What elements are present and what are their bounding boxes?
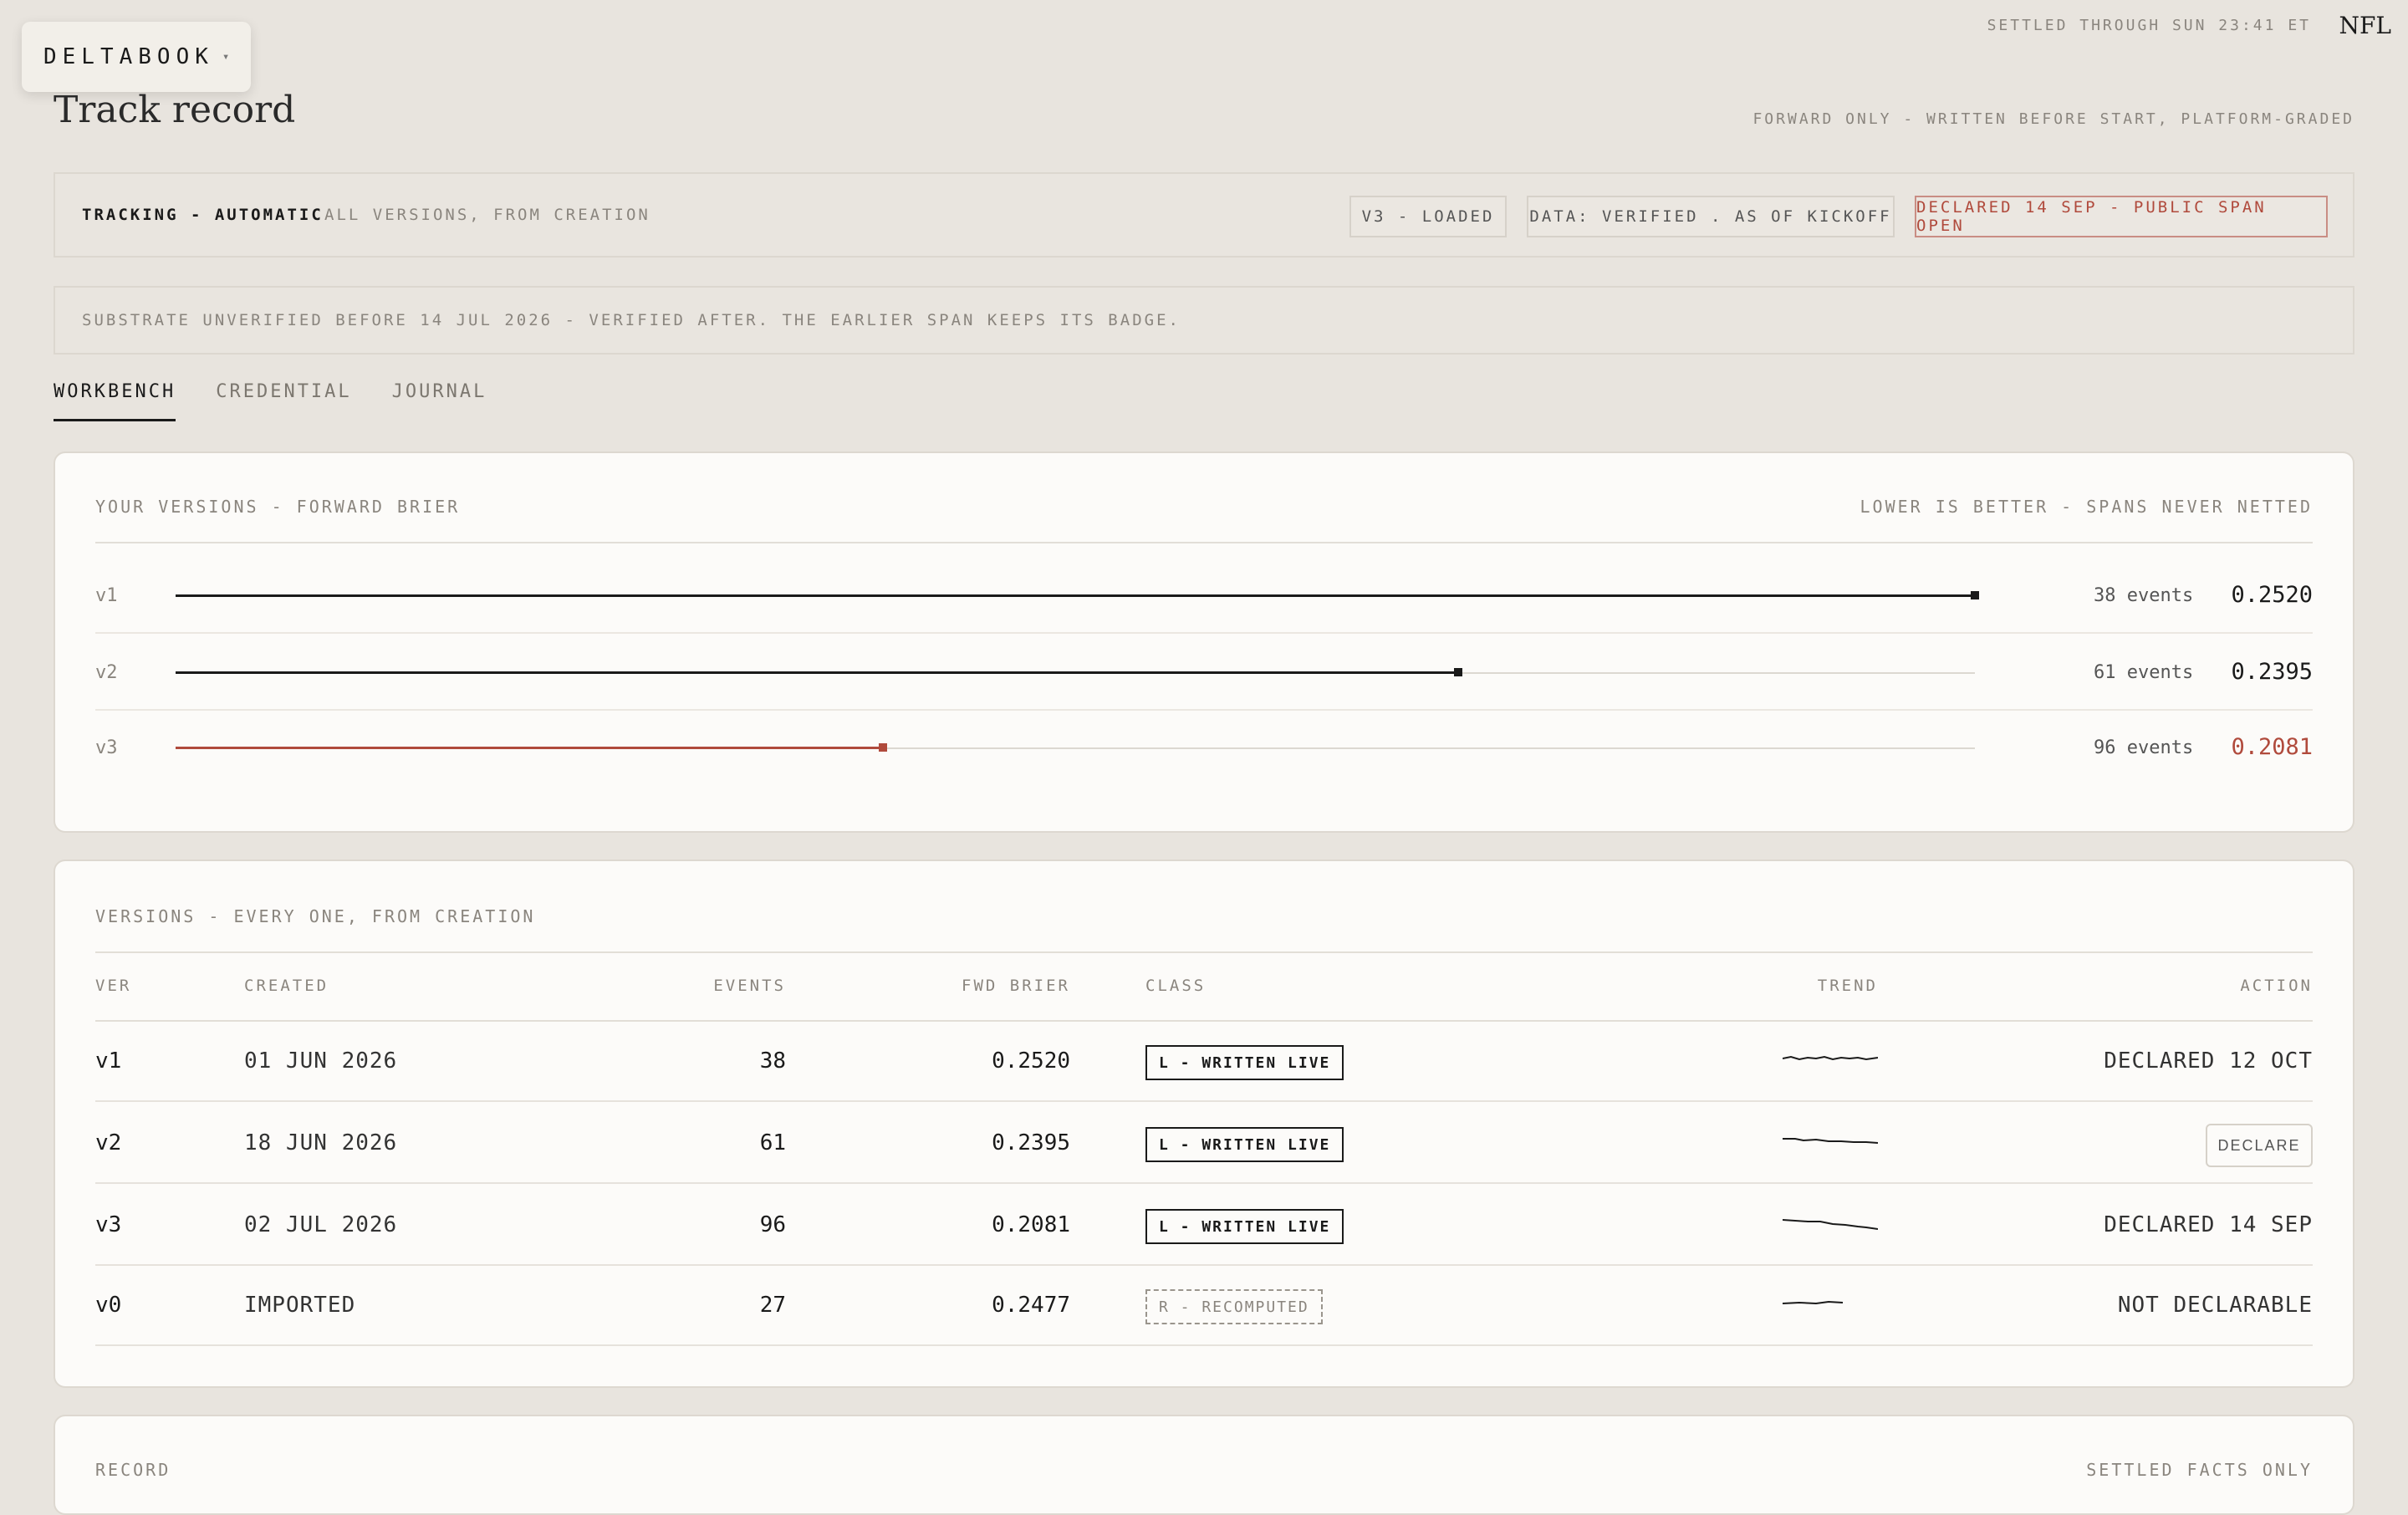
card-title: VERSIONS - EVERY ONE, FROM CREATION (95, 906, 536, 926)
class-badge: R - RECOMPUTED (1145, 1289, 1323, 1324)
action-status: NOT DECLARABLE (2117, 1293, 2313, 1318)
version-name: v3 (95, 737, 118, 758)
brand-menu[interactable]: DELTABOOK ▾ (22, 22, 251, 92)
cell-brier: 0.2395 (992, 1130, 1070, 1155)
version-events: 61 events (2094, 662, 2194, 683)
cell-brier: 0.2081 (992, 1212, 1070, 1237)
col-events[interactable]: EVENTS (713, 977, 786, 995)
version-bar-row[interactable]: v2 61 events 0.2395 (95, 635, 2313, 711)
version-events: 38 events (2094, 585, 2194, 606)
table-row[interactable]: v0 IMPORTED 27 0.2477 R - RECOMPUTED NOT… (95, 1266, 2313, 1346)
card-title: YOUR VERSIONS - FORWARD BRIER (95, 497, 461, 517)
tracking-label: TRACKING - AUTOMATIC (82, 206, 324, 224)
card-title: RECORD (95, 1460, 171, 1480)
version-events: 96 events (2094, 737, 2194, 758)
cell-created: 02 JUL 2026 (244, 1212, 398, 1237)
cell-ver: v3 (95, 1212, 122, 1237)
brier-marker (878, 743, 887, 752)
brier-marker (1971, 591, 1979, 599)
trend-sparkline (1783, 1219, 1878, 1230)
brand-name: DELTABOOK (43, 44, 214, 69)
cell-created: 01 JUN 2026 (244, 1048, 398, 1074)
version-score: 0.2520 (2231, 582, 2313, 608)
version-name: v1 (95, 585, 118, 606)
cell-events: 38 (759, 1048, 786, 1074)
cell-ver: v0 (95, 1293, 122, 1318)
col-trend[interactable]: TREND (1818, 977, 1878, 995)
brier-marker (1454, 668, 1463, 676)
table-row[interactable]: v3 02 JUL 2026 96 0.2081 L - WRITTEN LIV… (95, 1186, 2313, 1266)
league-label[interactable]: NFL (2339, 12, 2391, 39)
declared-chip[interactable]: DECLARED 14 SEP - PUBLIC SPAN OPEN (1915, 196, 2328, 237)
trend-sparkline (1783, 1055, 1878, 1061)
cell-ver: v1 (95, 1048, 122, 1074)
col-ver[interactable]: VER (95, 977, 131, 995)
action-status: DECLARED 14 SEP (2104, 1212, 2313, 1237)
version-bar-row[interactable]: v1 38 events 0.2520 (95, 559, 2313, 634)
loaded-chip[interactable]: V3 - LOADED (1349, 196, 1507, 237)
brier-fill (176, 747, 883, 749)
trend-sparkline (1783, 1300, 1844, 1305)
page-title: Track record (54, 89, 296, 131)
cell-brier: 0.2520 (992, 1048, 1070, 1074)
cell-created: 18 JUN 2026 (244, 1130, 398, 1155)
declare-button[interactable]: DECLARE (2206, 1124, 2313, 1167)
tracking-sub: ALL VERSIONS, FROM CREATION (324, 206, 650, 224)
action-status: DECLARED 12 OCT (2104, 1048, 2313, 1074)
tab-credential[interactable]: CREDENTIAL (216, 381, 351, 421)
tab-journal[interactable]: JOURNAL (392, 381, 487, 421)
trend-sparkline (1783, 1138, 1878, 1144)
substrate-notice: SUBSTRATE UNVERIFIED BEFORE 14 JUL 2026 … (54, 286, 2354, 355)
table-row[interactable]: v1 01 JUN 2026 38 0.2520 L - WRITTEN LIV… (95, 1022, 2313, 1102)
data-status-chip: DATA: VERIFIED . AS OF KICKOFF (1527, 196, 1895, 237)
version-bar-row[interactable]: v3 96 events 0.2081 (95, 711, 2313, 786)
cell-ver: v2 (95, 1130, 122, 1155)
class-badge: L - WRITTEN LIVE (1145, 1209, 1344, 1244)
class-badge: L - WRITTEN LIVE (1145, 1127, 1344, 1162)
brier-track (176, 743, 1975, 752)
col-class[interactable]: CLASS (1145, 977, 1206, 995)
versions-brier-card: YOUR VERSIONS - FORWARD BRIER LOWER IS B… (54, 451, 2354, 833)
version-score: 0.2081 (2231, 734, 2313, 760)
cell-events: 61 (759, 1130, 786, 1155)
versions-table-card: VERSIONS - EVERY ONE, FROM CREATION VER … (54, 860, 2354, 1388)
brier-fill (176, 594, 1975, 597)
col-action[interactable]: ACTION (2240, 977, 2313, 995)
chevron-down-icon: ▾ (222, 50, 230, 64)
cell-brier: 0.2477 (992, 1293, 1070, 1318)
cell-events: 27 (759, 1293, 786, 1318)
tracking-bar: TRACKING - AUTOMATIC ALL VERSIONS, FROM … (54, 172, 2354, 258)
version-score: 0.2395 (2231, 659, 2313, 685)
forward-note: FORWARD ONLY - WRITTEN BEFORE START, PLA… (1752, 110, 2354, 128)
class-badge: L - WRITTEN LIVE (1145, 1045, 1344, 1080)
cell-events: 96 (759, 1212, 786, 1237)
tab-workbench[interactable]: WORKBENCH (54, 381, 176, 421)
record-card: RECORD SETTLED FACTS ONLY (54, 1415, 2354, 1515)
cell-created: IMPORTED (244, 1293, 356, 1318)
brier-track (176, 668, 1975, 676)
tab-bar: WORKBENCH CREDENTIAL JOURNAL (54, 381, 527, 421)
version-name: v2 (95, 662, 118, 683)
col-brier[interactable]: FWD BRIER (962, 977, 1070, 995)
settled-status: SETTLED THROUGH SUN 23:41 ET (1987, 17, 2311, 34)
table-header: VER CREATED EVENTS FWD BRIER CLASS TREND… (95, 951, 2313, 1022)
brier-track (176, 591, 1979, 599)
card-note: LOWER IS BETTER - SPANS NEVER NETTED (1860, 497, 2313, 517)
brier-fill (176, 671, 1459, 674)
card-note: SETTLED FACTS ONLY (2086, 1460, 2313, 1480)
col-created[interactable]: CREATED (244, 977, 329, 995)
table-row[interactable]: v2 18 JUN 2026 61 0.2395 L - WRITTEN LIV… (95, 1104, 2313, 1184)
